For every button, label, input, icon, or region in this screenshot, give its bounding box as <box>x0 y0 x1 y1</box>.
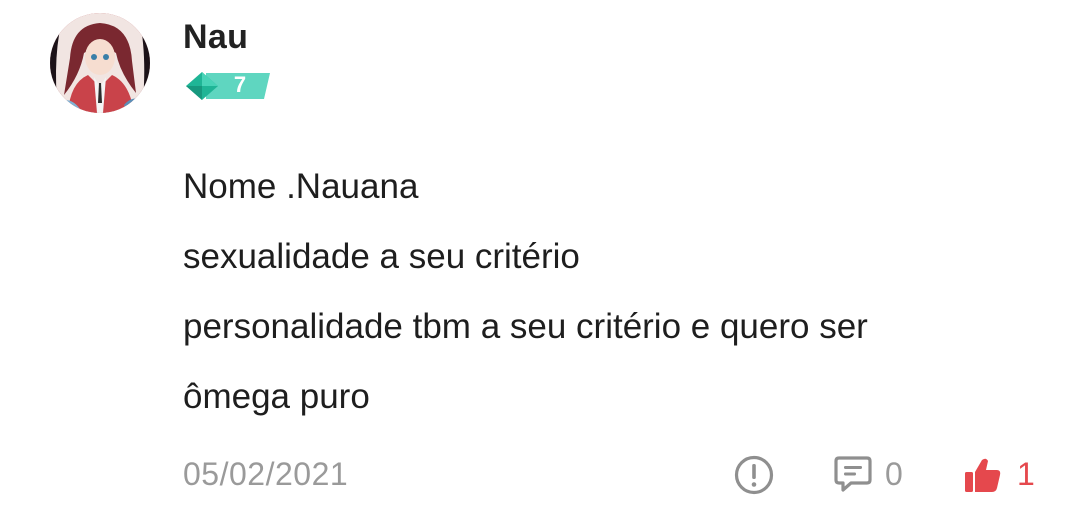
comment-date: 05/02/2021 <box>183 456 349 492</box>
comment-card: Nau 7 Nome .Nauana sexualidade a seu cri… <box>0 0 1080 521</box>
level-badge: 7 <box>186 69 270 103</box>
comment-body-line: Nome .Nauana <box>183 167 419 206</box>
comment-body-line: sexualidade a seu critério <box>183 237 580 276</box>
speech-bubble-icon <box>834 456 872 492</box>
reply-count: 0 <box>885 456 903 492</box>
level-number: 7 <box>233 72 247 97</box>
comment-body-line: personalidade tbm a seu critério e quero… <box>183 307 868 346</box>
like-count: 1 <box>1017 456 1035 492</box>
author-name[interactable]: Nau <box>183 18 248 57</box>
like-button[interactable]: 1 <box>964 452 1044 498</box>
comment-body-line: ômega puro <box>183 377 370 416</box>
exclamation-circle-icon <box>734 455 774 495</box>
thumbs-up-icon <box>965 458 1001 492</box>
reply-button[interactable]: 0 <box>833 452 913 498</box>
report-button[interactable] <box>733 454 775 496</box>
comment-body: Nome .Nauana sexualidade a seu critério … <box>183 152 1043 432</box>
avatar-image <box>50 13 150 113</box>
avatar[interactable] <box>50 13 150 113</box>
